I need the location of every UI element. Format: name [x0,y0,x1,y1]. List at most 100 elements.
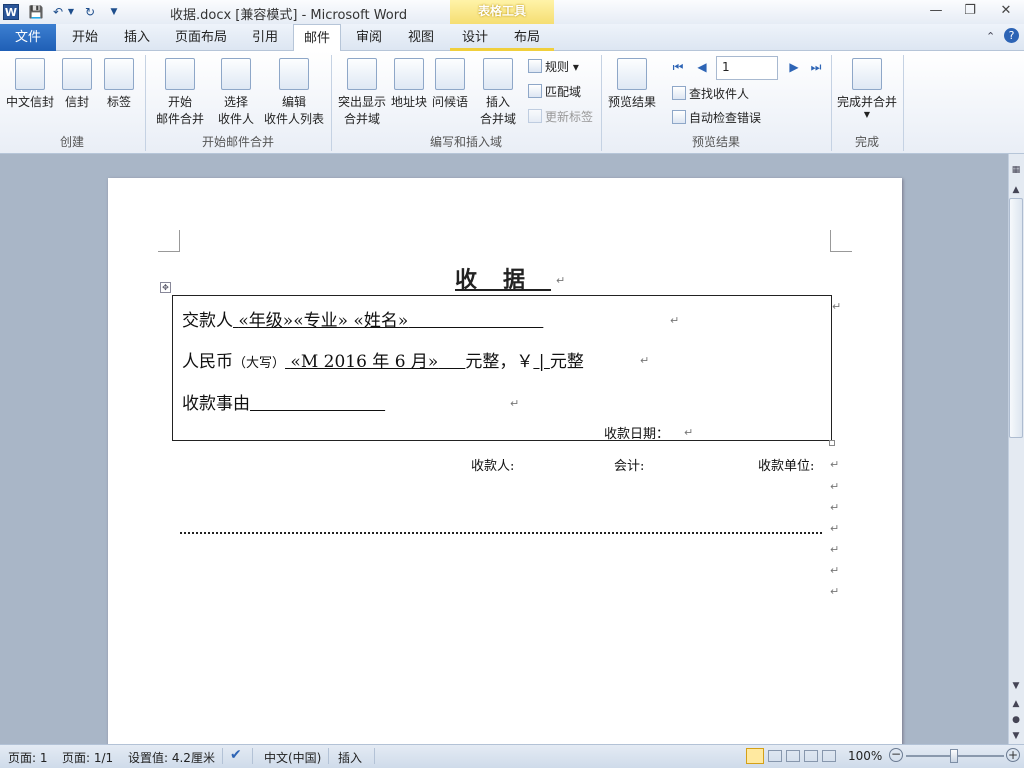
dropdown-arrow-icon: ▼ [863,110,871,119]
next-page-icon[interactable]: ▼ [1010,730,1022,742]
window-title: 收据.docx [兼容模式] - Microsoft Word [170,8,408,23]
tab-layout[interactable]: 布局 [504,24,550,51]
select-recipients-button[interactable]: 选择 收件人 [212,56,260,127]
rules-button[interactable]: 规则 ▾ [528,57,579,77]
paragraph-mark-icon: ↵ [830,585,840,598]
start-mail-merge-button[interactable]: 开始 邮件合并 [150,56,210,127]
document-icon [165,58,195,90]
auto-check-errors-button[interactable]: 自动检查错误 [672,108,761,128]
redo-icon[interactable]: ↻ [82,4,98,20]
labels-button[interactable]: 标签 [100,56,138,110]
status-separator [328,748,329,764]
match-fields-icon [528,84,542,98]
print-layout-view-icon[interactable] [746,748,764,764]
previous-page-icon[interactable]: ▲ [1010,698,1022,710]
paragraph-mark-icon: ↵ [670,314,680,327]
payer-fields[interactable]: «年级»«专业» «姓名» [233,311,543,331]
previous-record-icon[interactable]: ◀ [694,59,710,75]
tab-mailings[interactable]: 邮件 [293,24,341,52]
edit-recipient-list-button[interactable]: 编辑 收件人列表 [262,56,326,127]
minimize-icon[interactable]: — [922,2,950,20]
draft-view-icon[interactable] [822,750,836,762]
next-record-icon[interactable]: ▶ [786,59,802,75]
undo-icon[interactable]: ↶ [50,4,66,20]
tab-design[interactable]: 设计 [452,24,498,51]
greeting-line-button[interactable]: 问候语 [430,56,470,110]
close-icon[interactable]: ✕ [992,2,1020,20]
highlight-merge-fields-button[interactable]: 突出显示 合并域 [334,56,390,127]
tab-view[interactable]: 视图 [398,24,444,51]
payer-row: 交款人 «年级»«专业» «姓名» [182,306,543,331]
full-screen-reading-view-icon[interactable] [768,750,782,762]
table-resize-handle[interactable] [829,440,835,446]
status-page[interactable]: 页面: 1 [8,749,48,766]
help-icon[interactable]: ? [1004,28,1019,43]
tab-page-layout[interactable]: 页面布局 [168,24,234,51]
rmb-field[interactable]: «M 2016 年 6 月» [285,352,465,372]
paragraph-mark-icon: ↵ [830,480,840,493]
outline-view-icon[interactable] [804,750,818,762]
group-separator [903,55,904,151]
tab-insert[interactable]: 插入 [114,24,160,51]
yuan-whole-label: 元整，￥ [465,352,534,372]
envelope-icon [62,58,92,90]
envelope-icon [15,58,45,90]
update-labels-button[interactable]: 更新标签 [528,107,593,127]
last-record-icon[interactable]: ⏭ [808,59,824,75]
insert-merge-field-button[interactable]: 插入 合并域 [472,56,524,127]
merge-field-icon [483,58,513,90]
margin-corner-mark [158,230,180,252]
chinese-envelope-button[interactable]: 中文信封 [4,56,56,110]
undo-dropdown-icon[interactable]: ▼ [66,4,76,20]
table-move-handle-icon[interactable]: ✥ [160,282,171,293]
labels-icon [104,58,134,90]
collapse-ribbon-icon[interactable]: ⌃ [986,30,995,43]
find-recipient-button[interactable]: 查找收件人 [672,84,749,104]
zoom-out-icon[interactable]: − [889,748,903,762]
scrollbar-thumb[interactable] [1009,198,1023,438]
finish-merge-icon [852,58,882,90]
tab-references[interactable]: 引用 [242,24,288,51]
browse-object-icon[interactable]: ● [1010,714,1022,726]
restore-icon[interactable]: ❐ [956,2,984,20]
status-pages[interactable]: 页面: 1/1 [62,749,113,766]
tab-home[interactable]: 开始 [62,24,108,51]
finish-merge-button[interactable]: 完成并合并 ▼ [834,56,900,119]
rmb-label: 人民币 [182,352,233,372]
table-tools-context-label: 表格工具 [450,0,554,26]
record-number-input[interactable]: 1 [716,56,778,80]
tab-file[interactable]: 文件 [0,24,56,51]
status-separator [222,748,223,764]
web-layout-view-icon[interactable] [786,750,800,762]
reason-label: 收款事由 [182,394,250,414]
zoom-in-icon[interactable]: + [1006,748,1020,762]
status-insert-mode[interactable]: 插入 [338,749,362,766]
yuan-label: 元整 [549,352,584,372]
greeting-icon [435,58,465,90]
scroll-down-icon[interactable]: ▼ [1010,680,1022,692]
envelope-button[interactable]: 信封 [60,56,94,110]
save-icon[interactable]: 💾 [28,4,44,20]
tab-review[interactable]: 审阅 [346,24,392,51]
zoom-level[interactable]: 100% [848,749,882,763]
paragraph-mark-icon: ↵ [830,543,840,556]
word-app-icon[interactable]: W [3,4,19,20]
highlight-icon [347,58,377,90]
ruler-toggle-icon[interactable]: ▦ [1010,164,1022,176]
rmb-note: （大写） [233,356,286,371]
match-fields-button[interactable]: 匹配域 [528,82,581,102]
accountant-label: 会计: [614,459,645,474]
dotted-cut-line [180,532,822,534]
scroll-up-icon[interactable]: ▲ [1010,184,1022,196]
paragraph-mark-icon: ↵ [830,522,840,535]
status-setting[interactable]: 设置值: 4.2厘米 [128,749,215,766]
amount-blank[interactable]: | [533,352,550,372]
first-record-icon[interactable]: ⏮ [670,59,686,75]
preview-results-button[interactable]: 预览结果 [604,56,660,110]
customize-toolbar-icon[interactable]: ▼ [106,4,122,20]
proofing-icon[interactable]: ✔ [230,747,242,763]
reason-blank[interactable] [250,394,385,414]
address-block-button[interactable]: 地址块 [390,56,428,110]
status-language[interactable]: 中文(中国) [264,749,321,766]
zoom-slider-handle[interactable] [950,749,958,763]
